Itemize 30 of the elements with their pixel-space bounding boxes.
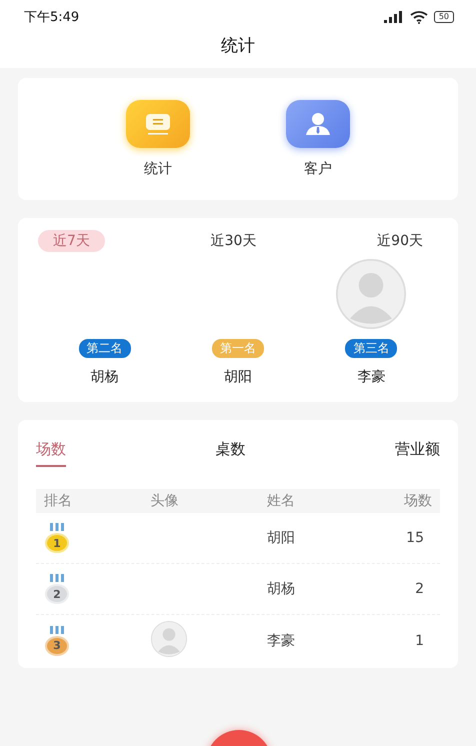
count-cell-text: 2 (414, 581, 425, 597)
metric-tab[interactable]: 营业额 (395, 436, 440, 467)
wifi-icon (410, 10, 428, 24)
person-name: 胡杨 (90, 368, 119, 386)
status-time: 下午5:49 (24, 9, 80, 26)
rank-badge: 第三名 (345, 339, 398, 358)
column-header: 场数 (403, 492, 432, 510)
rank-badge: 第一名 (212, 339, 264, 358)
period-tab[interactable]: 近90天 (362, 230, 438, 252)
person-icon (304, 111, 332, 137)
rank-badge: 第二名 (78, 339, 131, 358)
column-header: 排名 (44, 492, 73, 510)
column-header: 头像 (150, 492, 180, 510)
message-icon (144, 112, 172, 136)
person-name: 胡阳 (224, 368, 252, 386)
count-cell-text: 15 (405, 530, 425, 546)
metric-tab[interactable]: 桌数 (216, 436, 246, 467)
period-tab[interactable]: 近30天 (196, 230, 272, 252)
avatar-icon (336, 259, 406, 329)
page-title: 统计 (221, 35, 255, 57)
person-name: 李豪 (357, 368, 386, 386)
name-cell-text: 胡阳 (267, 529, 296, 547)
name-cell-text: 李豪 (267, 632, 296, 650)
name-cell-text: 胡杨 (267, 580, 296, 598)
column-header: 姓名 (267, 492, 296, 510)
count-cell-text: 1 (414, 632, 425, 648)
avatar-icon (150, 620, 187, 656)
signal-icon (384, 11, 404, 23)
metric-tab[interactable]: 场数 (36, 436, 66, 467)
battery-indicator: 50 (434, 11, 454, 23)
